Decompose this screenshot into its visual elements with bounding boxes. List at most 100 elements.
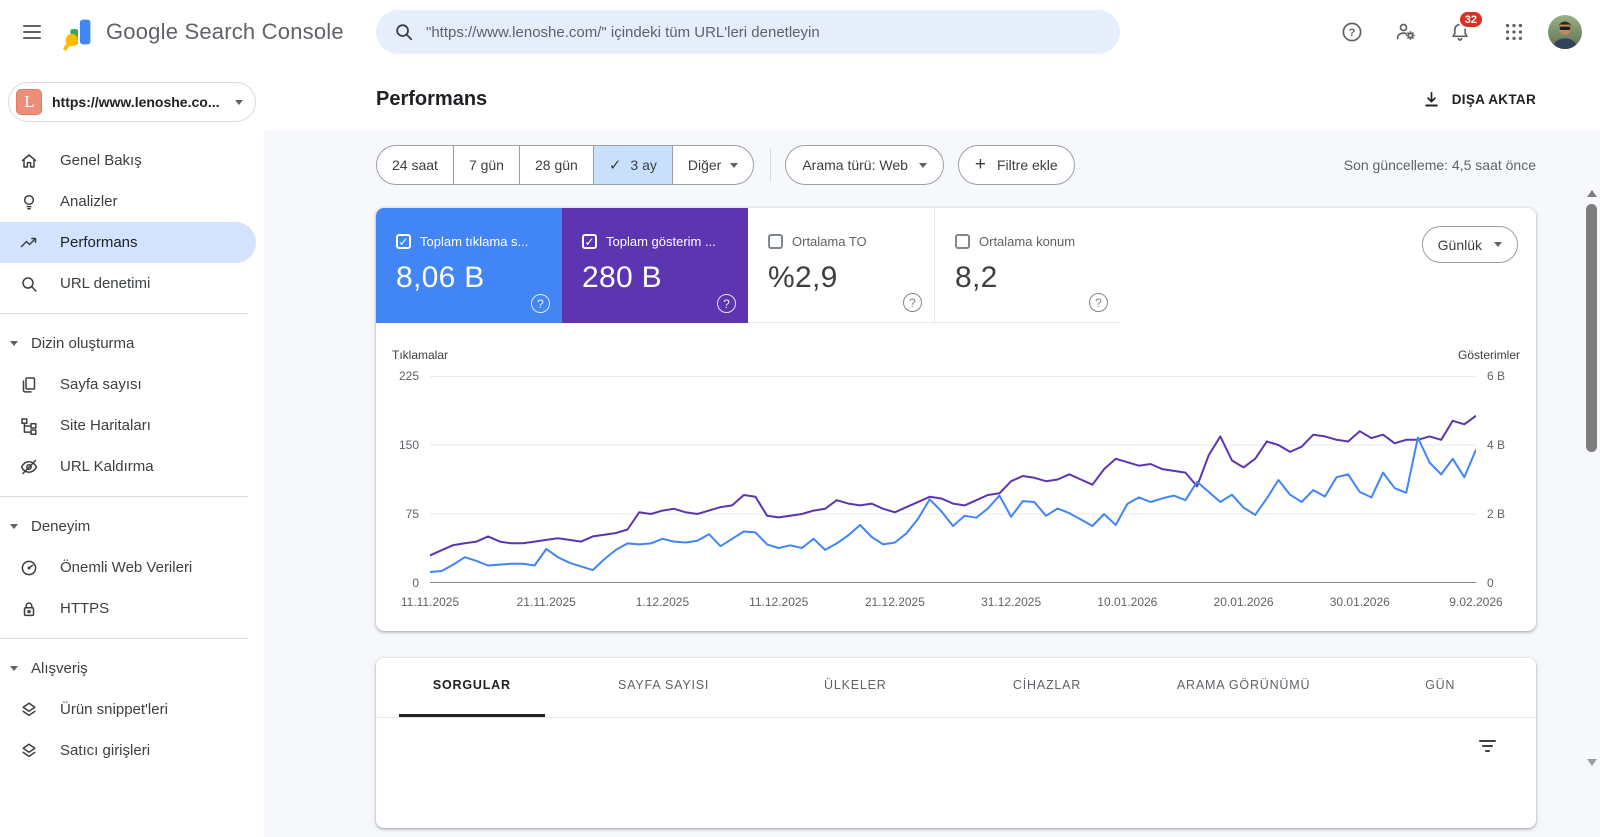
sidebar-item-performance[interactable]: Performans [0, 222, 256, 263]
sidebar-item-label: Sayfa sayısı [60, 376, 142, 393]
property-selector[interactable]: L https://www.lenoshe.co... [8, 82, 256, 122]
checkbox-empty-icon[interactable] [768, 234, 783, 249]
sidebar-section-label: Dizin oluşturma [31, 335, 135, 352]
range-more-button[interactable]: Diğer [673, 146, 753, 184]
metric-label: Toplam gösterim ... [606, 234, 716, 249]
section-expand-icon [10, 524, 18, 529]
account-avatar[interactable] [1548, 15, 1582, 49]
tab-pages[interactable]: SAYFA SAYISI [568, 658, 760, 717]
metric-label: Toplam tıklama s... [420, 234, 529, 249]
sidebar-item-label: Site Haritaları [60, 417, 151, 434]
app-title: Google Search Console [106, 19, 344, 44]
tab-devices[interactable]: CİHAZLAR [951, 658, 1143, 717]
checkbox-checked-icon[interactable]: ✓ [582, 234, 597, 249]
tab-queries[interactable]: SORGULAR [376, 658, 568, 717]
lightbulb-icon [23, 194, 35, 210]
sidebar-section-indexing[interactable]: Dizin oluşturma [0, 323, 264, 364]
metric-tile-average-position[interactable]: Ortalama konum 8,2 ? [934, 208, 1120, 323]
sidebar-item-merchant-listings[interactable]: Satıcı girişleri [0, 730, 256, 770]
search-type-filter[interactable]: Arama türü: Web [785, 145, 944, 185]
sidebar-item-label: Performans [60, 234, 138, 251]
x-axis-tick: 30.01.2026 [1329, 595, 1390, 609]
metric-tile-total-clicks[interactable]: ✓ Toplam tıklama s... 8,06 B ? [376, 208, 562, 323]
checkbox-checked-icon[interactable]: ✓ [396, 234, 411, 249]
add-filter-button[interactable]: + Filtre ekle [957, 145, 1075, 185]
download-icon [1424, 91, 1438, 107]
chart-canvas [430, 376, 1476, 583]
scroll-up-arrow-icon[interactable] [1587, 190, 1597, 197]
sidebar-item-https[interactable]: HTTPS [0, 588, 256, 629]
sidebar-item-label: Genel Bakış [60, 152, 142, 169]
chevron-down-icon [235, 99, 243, 105]
range-label: Diğer [687, 157, 722, 173]
performance-chart-panel: ✓ Toplam tıklama s... 8,06 B ? ✓ Toplam … [376, 208, 1536, 631]
tab-search-appearance[interactable]: ARAMA GÖRÜNÜMÜ [1143, 658, 1344, 717]
help-icon[interactable]: ? [1089, 293, 1108, 312]
help-icon: ? [1342, 22, 1362, 42]
y-axis-tick: 150 [398, 437, 419, 452]
checkbox-empty-icon[interactable] [955, 234, 970, 249]
eye-off-icon [20, 459, 38, 474]
scrollbar-thumb[interactable] [1586, 204, 1597, 452]
sidebar-item-sitemaps[interactable]: Site Haritaları [0, 405, 256, 446]
help-icon[interactable]: ? [717, 294, 736, 313]
user-settings-button[interactable] [1386, 12, 1426, 52]
metric-tile-total-impressions[interactable]: ✓ Toplam gösterim ... 280 B ? [562, 208, 748, 323]
sidebar-item-pages[interactable]: Sayfa sayısı [0, 364, 256, 405]
granularity-dropdown[interactable]: Günlük [1421, 226, 1518, 263]
range-3m-button[interactable]: ✓ 3 ay [593, 146, 673, 184]
sidebar-item-label: HTTPS [60, 600, 110, 617]
property-url: https://www.lenoshe.co... [52, 94, 220, 110]
range-28d-button[interactable]: 28 gün [520, 146, 594, 184]
metric-tile-average-ctr[interactable]: Ortalama TO %2,9 ? [748, 208, 934, 323]
sidebar-item-label: Satıcı girişleri [60, 742, 151, 759]
scroll-down-arrow-icon[interactable] [1587, 759, 1597, 766]
sidebar-item-removals[interactable]: URL Kaldırma [0, 446, 256, 487]
google-apps-button[interactable] [1494, 12, 1534, 52]
tab-dates[interactable]: GÜN [1344, 658, 1536, 717]
line-chart[interactable]: 225 150 75 0 6 B 4 B 2 B 0 [376, 369, 1536, 590]
range-7d-button[interactable]: 7 gün [454, 146, 520, 184]
metric-value: 8,2 [955, 261, 998, 294]
sidebar-divider [0, 313, 248, 314]
avatar-photo [1548, 15, 1582, 49]
sidebar-item-url-inspection[interactable]: URL denetimi [0, 263, 256, 304]
help-button[interactable]: ? [1332, 12, 1372, 52]
search-console-logo-icon [63, 19, 91, 51]
sidebar-section-label: Deneyim [31, 518, 91, 535]
top-app-bar: Google Search Console ? [0, 0, 1600, 64]
table-filter-icon[interactable] [1479, 740, 1496, 752]
help-icon[interactable]: ? [531, 294, 550, 313]
chevron-down-icon [730, 162, 739, 168]
user-settings-icon [1396, 23, 1415, 40]
plus-icon: + [974, 153, 986, 175]
export-button[interactable]: DIŞA AKTAR [1422, 90, 1536, 109]
right-axis-title: Gösterimler [1457, 348, 1520, 362]
tab-countries[interactable]: ÜLKELER [759, 658, 951, 717]
sidebar-section-experience[interactable]: Deneyim [0, 506, 264, 547]
series-line-impressions [430, 416, 1476, 556]
sidebar-section-shopping[interactable]: Alışveriş [0, 648, 264, 689]
left-axis-ticks: 225 150 75 0 [376, 369, 430, 590]
x-axis-tick: 10.01.2026 [1097, 595, 1158, 609]
sidebar-item-core-web-vitals[interactable]: Önemli Web Verileri [0, 547, 256, 588]
help-icon[interactable]: ? [903, 293, 922, 312]
main-content: Performans DIŞA AKTAR 24 saat 7 gün 28 g… [264, 64, 1600, 837]
search-type-label: Arama türü: Web [802, 157, 908, 173]
sidebar-item-overview[interactable]: Genel Bakış [0, 140, 256, 181]
inspect-url-searchbox[interactable] [376, 10, 1120, 54]
sidebar-item-label: Analizler [60, 193, 118, 210]
sidebar-item-insights[interactable]: Analizler [0, 181, 256, 222]
range-24h-button[interactable]: 24 saat [377, 146, 454, 184]
chart-plot-area[interactable] [430, 376, 1476, 583]
menu-icon[interactable] [10, 10, 54, 54]
sidebar-item-label: Önemli Web Verileri [60, 559, 193, 576]
vertical-scrollbar[interactable] [1584, 186, 1600, 770]
notifications-button[interactable]: 32 [1440, 10, 1484, 52]
range-label: 28 gün [534, 157, 578, 173]
search-input[interactable] [426, 23, 1102, 41]
y-axis-tick: 75 [405, 507, 419, 521]
sidebar-item-label: URL Kaldırma [60, 458, 154, 475]
sidebar-item-product-snippets[interactable]: Ürün snippet'leri [0, 689, 256, 730]
y-axis-tick: 2 B [1487, 507, 1506, 521]
